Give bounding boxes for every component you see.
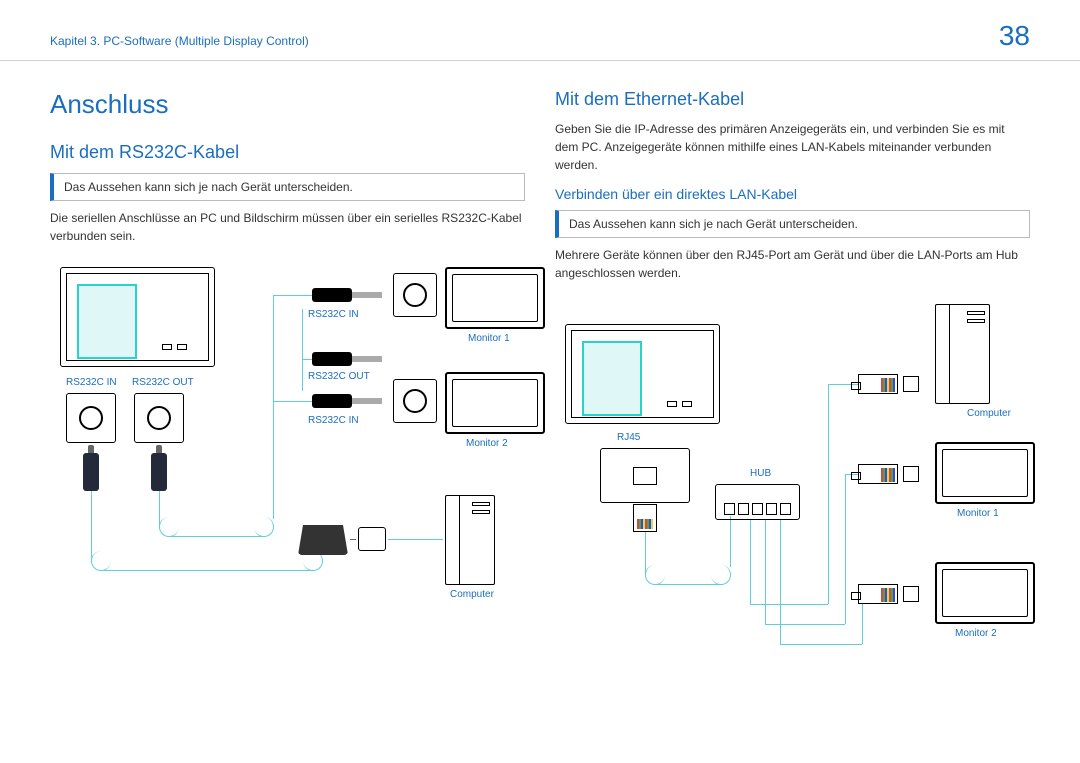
right-column: Mit dem Ethernet-Kabel Geben Sie die IP-… [555,89,1030,674]
port-mon1 [393,273,437,317]
note-ethernet: Das Aussehen kann sich je nach Gerät unt… [555,210,1030,238]
device-rear-panel-right [565,324,720,424]
port-rs232c-in [66,393,116,443]
label-computer-left: Computer [450,589,494,600]
serial-connector [298,525,348,555]
port-mon2-eth [903,586,919,602]
label-rj45: RJ45 [617,432,640,443]
label-monitor2-right: Monitor 2 [955,628,997,639]
plug-out [151,453,167,491]
diagram-ethernet: RJ45 HUB [555,294,1030,674]
heading-ethernet: Mit dem Ethernet-Kabel [555,89,1030,110]
label-computer-right: Computer [967,408,1011,419]
monitor-1 [445,267,545,329]
port-computer [903,376,919,392]
monitor-2-right [935,562,1035,624]
monitor-2 [445,372,545,434]
heading-rs232c: Mit dem RS232C-Kabel [50,142,525,163]
body-ethernet-1: Geben Sie die IP-Adresse des primären An… [555,120,1030,174]
port-mon2 [393,379,437,423]
pc-tower-right [935,304,990,404]
monitor-1-right [935,442,1035,504]
content-columns: Anschluss Mit dem RS232C-Kabel Das Ausse… [0,89,1080,674]
serial-port [358,527,386,551]
jack-rs232c-out [312,352,382,366]
plug-in [83,453,99,491]
label-rs232c-in-top: RS232C IN [308,309,359,320]
port-mon1-eth [903,466,919,482]
label-rs232c-out-left: RS232C OUT [132,377,194,388]
highlight-strip-right [582,341,642,416]
rj45-plug-mon1 [858,464,898,484]
hub [715,484,800,520]
diagram-rs232c: RS232C IN RS232C OUT [50,257,525,617]
rj45-port [600,448,690,503]
pc-tower-left [445,495,495,585]
body-rs232c: Die seriellen Anschlüsse an PC und Bilds… [50,209,525,245]
jack-rs232c-in-bot [312,394,382,408]
jack-rs232c-in-top [312,288,382,302]
left-column: Anschluss Mit dem RS232C-Kabel Das Ausse… [50,89,525,674]
rj45-plug-mon2 [858,584,898,604]
heading-direct-lan: Verbinden über ein direktes LAN-Kabel [555,186,1030,202]
heading-anschluss: Anschluss [50,89,525,120]
label-monitor2: Monitor 2 [466,438,508,449]
port-rs232c-out [134,393,184,443]
label-hub: HUB [750,468,771,479]
page-number: 38 [999,20,1030,52]
label-monitor1-right: Monitor 1 [957,508,999,519]
highlight-strip [77,284,137,359]
page-header: Kapitel 3. PC-Software (Multiple Display… [0,0,1080,61]
rj45-plug-down [633,504,657,532]
note-rs232c: Das Aussehen kann sich je nach Gerät unt… [50,173,525,201]
body-ethernet-2: Mehrere Geräte können über den RJ45-Port… [555,246,1030,282]
label-rs232c-out-mid: RS232C OUT [308,371,370,382]
label-rs232c-in-left: RS232C IN [66,377,117,388]
label-monitor1: Monitor 1 [468,333,510,344]
rj45-plug-computer [858,374,898,394]
device-rear-panel [60,267,215,367]
label-rs232c-in-bottom: RS232C IN [308,415,359,426]
chapter-label: Kapitel 3. PC-Software (Multiple Display… [50,34,309,48]
